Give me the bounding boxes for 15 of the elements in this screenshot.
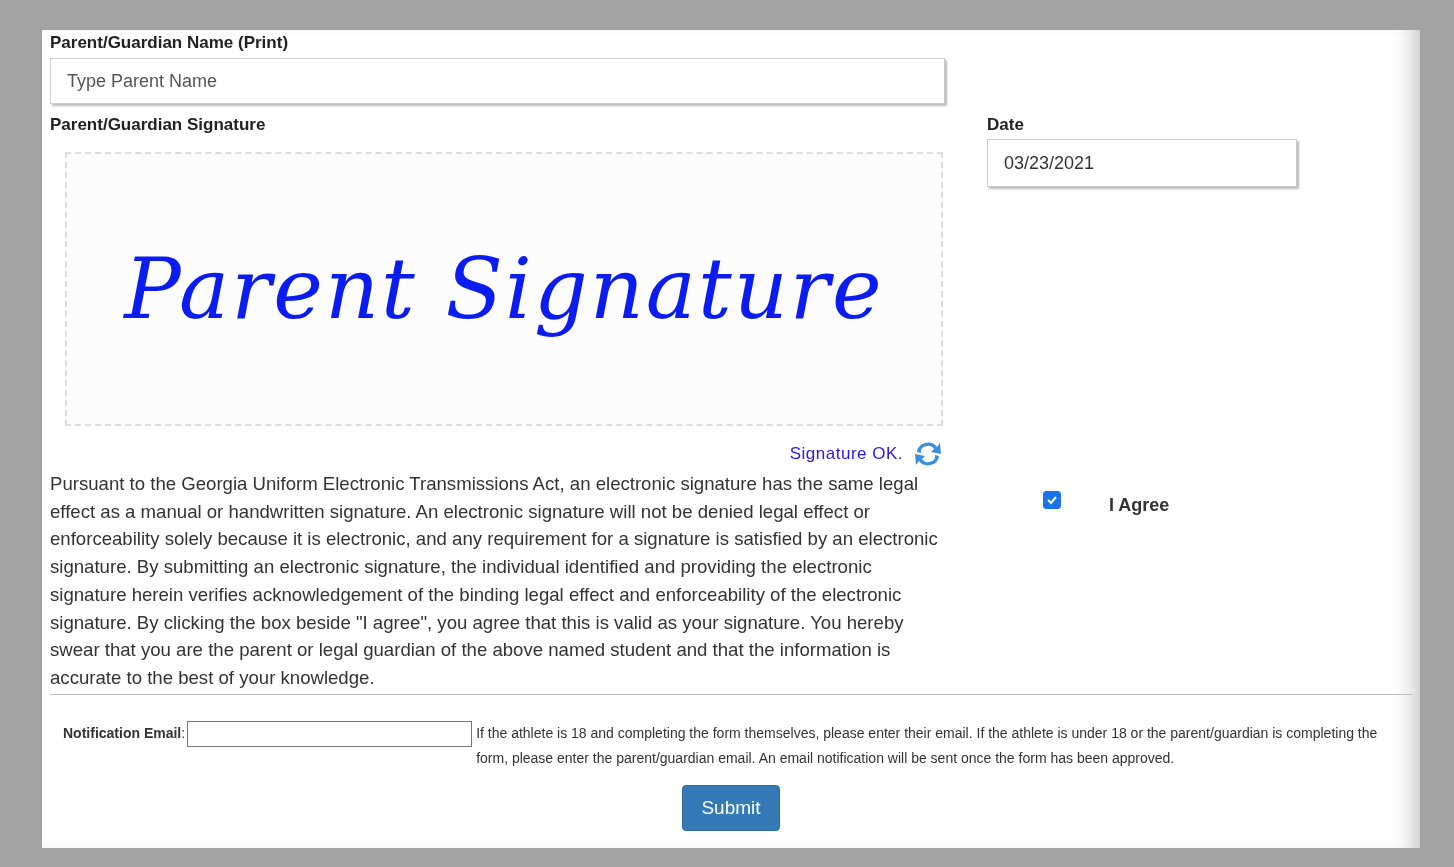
- email-input[interactable]: [187, 720, 473, 747]
- disclaimer-text: Pursuant to the Georgia Uniform Electronic Transmissions Act, an electronic signature has the same legal effect as a manual or handwritten signature. An electronic signature will not be denied legal effect or enforceability solely because it is electronic, and any requirement for a signature is satisfied by an electronic signature. By submitting an electronic signature, the individual identified and providing the electronic signature herein verifies acknowledgement of the binding legal effect and enforceability of the electronic signature. By clicking the box beside "I agree", you agree that this is valid as your signature. You hereby swear that you are the parent or legal guardian of the above named student and that the information is accurate to the best of your knowledge.: [50, 472, 939, 690]
- signature-status: Signature OK.: [789, 444, 903, 464]
- parent-name-input[interactable]: Type Parent Name: [50, 58, 945, 104]
- notification-note: If the athlete is 18 and completing the form themselves, please enter their email. If the athlete is under 18 or the parent/guardian is completing the form, please enter the parent/guardian email. An email notification will be sent once the form has been approved.: [476, 723, 1379, 768]
- handwritten-signature: Parent Signature: [124, 240, 884, 338]
- notification-label: Notification Email:: [63, 723, 186, 743]
- signature-pad[interactable]: Parent Signature: [65, 152, 943, 426]
- field-label: Parent/Guardian Signature: [50, 114, 267, 136]
- field-label: Parent/Guardian Name (Print): [50, 32, 290, 54]
- date-input[interactable]: 03/23/2021: [987, 139, 1297, 187]
- agree-checkbox[interactable]: [1043, 490, 1061, 509]
- agree-label: I Agree: [1109, 495, 1170, 516]
- field-label: Date: [987, 114, 1025, 136]
- submit-button[interactable]: Submit: [682, 784, 780, 831]
